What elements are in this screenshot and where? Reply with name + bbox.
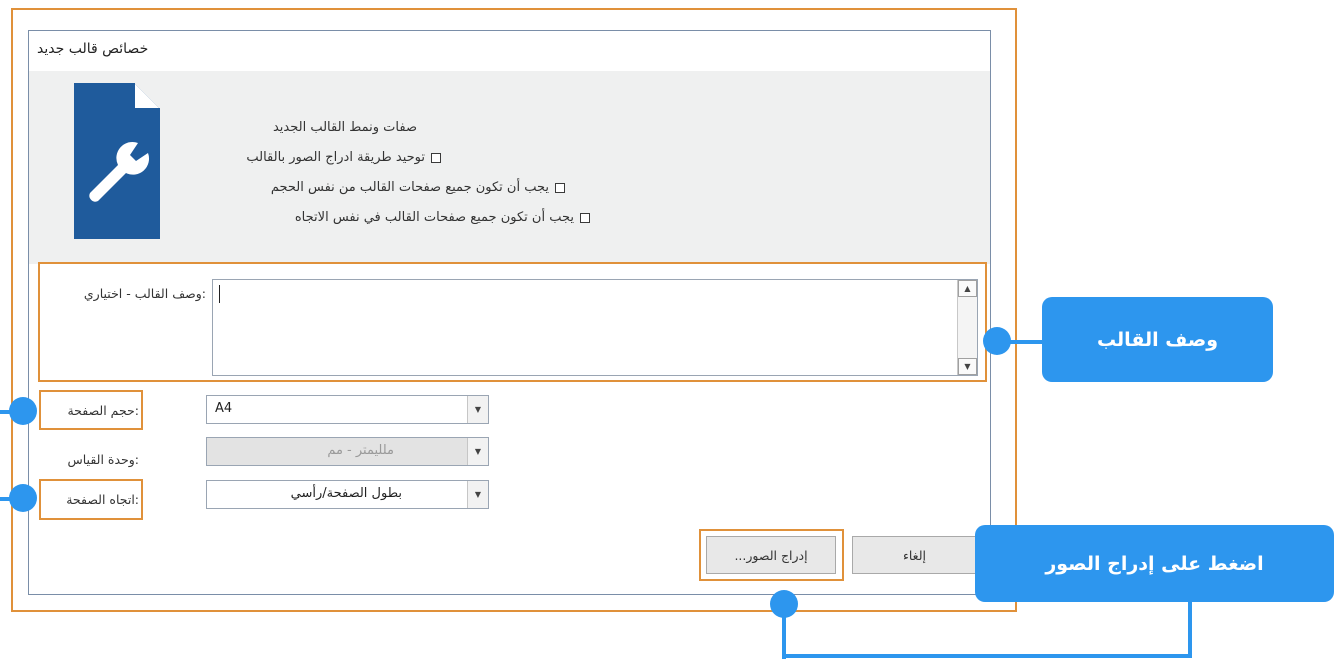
chevron-down-icon[interactable]: ▼ (467, 396, 488, 423)
page-size-select[interactable]: A4 ▼ (206, 395, 489, 424)
checkbox-empty-icon[interactable] (580, 212, 590, 223)
chevron-down-icon[interactable]: ▼ (467, 481, 488, 508)
orientation-label: :اتجاه الصفحة (66, 492, 139, 507)
cancel-button[interactable]: إلغاء (852, 536, 977, 574)
unit-select: مللیمتر - مم ▼ (206, 437, 489, 466)
callout-description: وصف القالب (1042, 297, 1273, 382)
callout-insert-connector-bottom (782, 654, 1192, 658)
checkbox-empty-icon[interactable] (431, 152, 441, 163)
dialog-header-panel (29, 71, 990, 264)
insert-images-button[interactable]: إدراج الصور... (706, 536, 836, 574)
option-label: توحيد طريقة ادراج الصور بالقالب (246, 150, 425, 165)
option-same-page-size[interactable]: يجب أن تكون جميع صفحات القالب من نفس الح… (205, 180, 565, 195)
orientation-value: بطول الصفحة/رأسي (290, 486, 402, 501)
text-cursor (219, 285, 220, 303)
document-wrench-icon (74, 83, 160, 239)
checkbox-empty-icon[interactable] (555, 182, 565, 193)
dialog-title-bar: خصائص قالب جديد (29, 31, 990, 71)
scroll-up-button[interactable]: ▲ (958, 280, 977, 297)
option-same-orientation[interactable]: يجب أن تكون جميع صفحات القالب في نفس الا… (205, 210, 590, 225)
triangle-down-icon: ▼ (964, 362, 971, 371)
chevron-down-icon: ▼ (467, 438, 488, 465)
description-scrollbar[interactable]: ▲ ▼ (957, 280, 977, 375)
dialog-title: خصائص قالب جديد (37, 41, 149, 57)
triangle-up-icon: ▲ (964, 284, 971, 293)
scroll-down-button[interactable]: ▼ (958, 358, 977, 375)
callout-insert-images: اضغط على إدراج الصور (975, 525, 1334, 602)
unit-label: :وحدة القياس (67, 452, 139, 467)
option-label: يجب أن تكون جميع صفحات القالب من نفس الح… (270, 180, 549, 195)
callout-description-dot (983, 327, 1011, 355)
description-label: :وصف القالب - اختياري (83, 286, 206, 301)
callout-page-size-dot (9, 397, 37, 425)
option-label: يجب أن تكون جميع صفحات القالب في نفس الا… (294, 210, 574, 225)
callout-orientation-dot (9, 484, 37, 512)
orientation-select[interactable]: بطول الصفحة/رأسي ▼ (206, 480, 489, 509)
unit-value: مللیمتر - مم (327, 443, 394, 458)
description-textarea[interactable] (212, 279, 978, 376)
header-section-heading: صفات ونمط القالب الجديد (272, 120, 417, 135)
page-size-label: :حجم الصفحة (67, 403, 139, 418)
callout-insert-connector-right (1188, 600, 1192, 658)
callout-insert-connector-left (782, 604, 786, 659)
option-unify-image-insertion[interactable]: توحيد طريقة ادراج الصور بالقالب (205, 150, 441, 165)
page-size-value: A4 (215, 401, 233, 416)
